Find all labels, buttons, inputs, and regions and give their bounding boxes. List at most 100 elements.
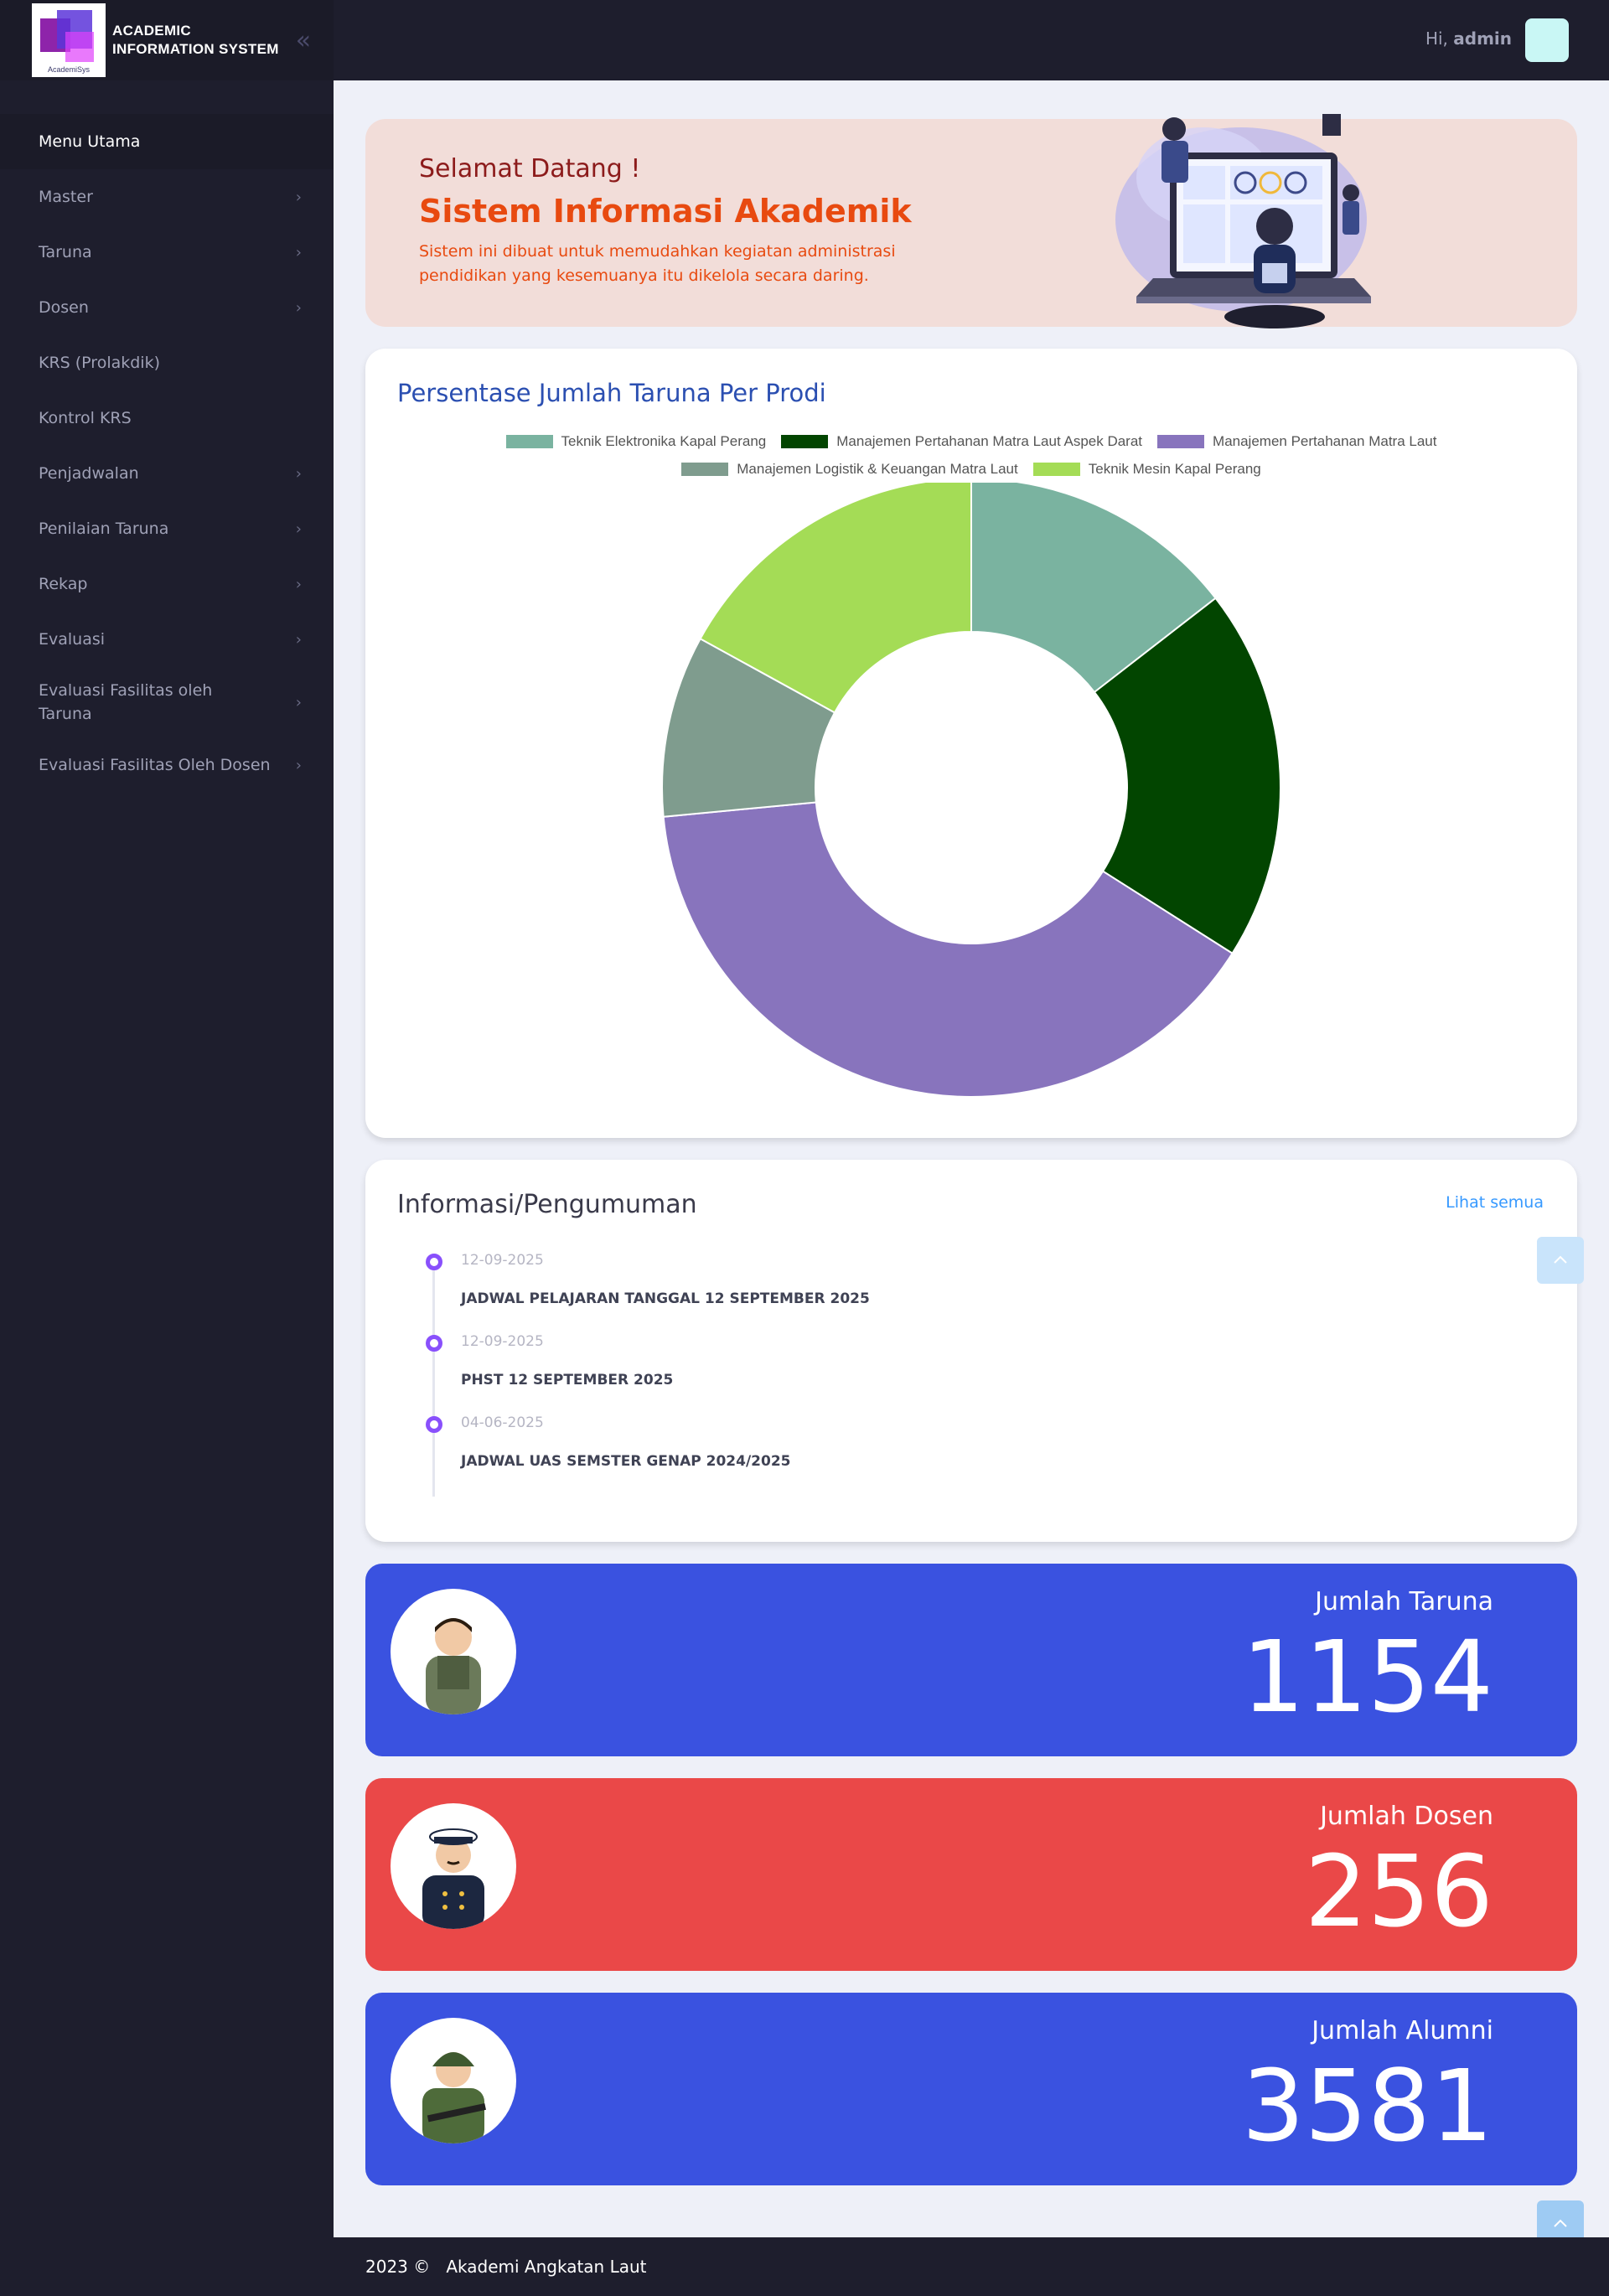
sidebar-item-label: Menu Utama bbox=[39, 132, 141, 151]
chevron-right-icon: › bbox=[295, 693, 302, 711]
announcements-title: Informasi/Pengumuman bbox=[397, 1190, 697, 1219]
see-all-link[interactable]: Lihat semua bbox=[1446, 1193, 1544, 1212]
chevron-right-icon: › bbox=[295, 575, 302, 593]
user-avatar[interactable] bbox=[1525, 18, 1569, 62]
sidebar-item-label: Dosen bbox=[39, 298, 89, 317]
sidebar-item-label: Penjadwalan bbox=[39, 464, 139, 483]
timeline-dot-icon bbox=[426, 1335, 442, 1352]
sidebar-item-label: Rekap bbox=[39, 575, 88, 593]
stat-value: 1154 bbox=[1241, 1619, 1493, 1735]
chevron-right-icon: › bbox=[295, 756, 302, 774]
cadet-avatar bbox=[391, 1589, 516, 1714]
sidebar-item-dosen[interactable]: Dosen › bbox=[0, 280, 334, 335]
footer-org[interactable]: Akademi Angkatan Laut bbox=[446, 2257, 646, 2277]
announcement-title[interactable]: PHST 12 SEPTEMBER 2025 bbox=[461, 1372, 673, 1388]
stat-value: 256 bbox=[1304, 1833, 1493, 1949]
sidebar-item-penilaian-taruna[interactable]: Penilaian Taruna › bbox=[0, 501, 334, 556]
legend-item[interactable]: Teknik Mesin Kapal Perang bbox=[1032, 460, 1261, 478]
chevron-right-icon: › bbox=[295, 188, 302, 206]
sidebar-item-label: Penilaian Taruna bbox=[39, 520, 169, 538]
brand: AcademiSys ACADEMIC INFORMATION SYSTEM « bbox=[0, 0, 334, 80]
sidebar-item-krs-prolakdik[interactable]: KRS (Prolakdik) bbox=[0, 335, 334, 390]
sidebar-item-label: Taruna bbox=[39, 243, 92, 261]
sidebar-item-penjadwalan[interactable]: Penjadwalan › bbox=[0, 446, 334, 501]
chart-card: Persentase Jumlah Taruna Per Prodi Tekni… bbox=[365, 349, 1577, 1138]
logo-caption: AcademiSys bbox=[47, 65, 91, 74]
user-greeting[interactable]: Hi, admin bbox=[1425, 28, 1512, 49]
legend-item[interactable]: Teknik Elektronika Kapal Perang bbox=[505, 432, 767, 450]
announcement-title[interactable]: JADWAL PELAJARAN TANGGAL 12 SEPTEMBER 20… bbox=[461, 1290, 870, 1307]
chevron-right-icon: › bbox=[295, 243, 302, 261]
announcement-date: 12-09-2025 bbox=[461, 1333, 544, 1350]
greeting-prefix: Hi, bbox=[1425, 28, 1448, 49]
legend-item[interactable]: Manajemen Logistik & Keuangan Matra Laut bbox=[681, 460, 1018, 478]
announcement-title[interactable]: JADWAL UAS SEMSTER GENAP 2024/2025 bbox=[461, 1453, 791, 1470]
legend-label: Manajemen Logistik & Keuangan Matra Laut bbox=[737, 460, 1018, 477]
sidebar-menu: Menu Utama Master › Taruna › Dosen › KRS (Prola… bbox=[0, 114, 334, 793]
legend-label: Manajemen Pertahanan Matra Laut Aspek Da… bbox=[836, 432, 1143, 449]
chevron-up-icon bbox=[1554, 2219, 1567, 2227]
laptop-illustration bbox=[1115, 114, 1371, 328]
stat-value: 3581 bbox=[1241, 2048, 1493, 2164]
username: admin bbox=[1453, 28, 1512, 49]
chevron-right-icon: › bbox=[295, 630, 302, 649]
legend-item[interactable]: Manajemen Pertahanan Matra Laut bbox=[1157, 433, 1436, 450]
legend-label: Manajemen Pertahanan Matra Laut bbox=[1213, 432, 1437, 449]
scroll-top-button[interactable] bbox=[1537, 1237, 1584, 1284]
sidebar-item-label: KRS (Prolakdik) bbox=[39, 354, 160, 372]
sidebar-item-evaluasi-fasilitas-oleh-taruna[interactable]: Evaluasi Fasilitas oleh Taruna › bbox=[0, 667, 334, 737]
sidebar-item-label: Master bbox=[39, 188, 93, 206]
sidebar-item-evaluasi[interactable]: Evaluasi › bbox=[0, 612, 334, 667]
sidebar-item-label: Evaluasi Fasilitas oleh Taruna bbox=[39, 681, 213, 723]
timeline-dot-icon bbox=[426, 1254, 442, 1270]
sidebar-item-label: Evaluasi bbox=[39, 630, 106, 649]
legend-swatch bbox=[1157, 434, 1205, 448]
sidebar-item-kontrol-krs[interactable]: Kontrol KRS bbox=[0, 390, 334, 446]
chart-legend: Teknik Elektronika Kapal Perang Manajemen… bbox=[365, 427, 1577, 483]
legend-swatch bbox=[781, 434, 829, 448]
stat-label: Jumlah Taruna bbox=[1315, 1587, 1493, 1616]
welcome-title: Sistem Informasi Akademik bbox=[419, 193, 912, 230]
soldier-avatar bbox=[391, 2018, 516, 2143]
officer-avatar bbox=[391, 1803, 516, 1929]
sidebar: AcademiSys ACADEMIC INFORMATION SYSTEM «… bbox=[0, 0, 334, 2296]
sidebar-collapse-icon[interactable]: « bbox=[296, 26, 311, 55]
donut-chart bbox=[661, 483, 1281, 1098]
sidebar-item-master[interactable]: Master › bbox=[0, 169, 334, 225]
chevron-right-icon: › bbox=[295, 520, 302, 538]
legend-label: Teknik Mesin Kapal Perang bbox=[1088, 460, 1261, 477]
chevron-up-icon bbox=[1554, 1255, 1567, 1264]
timeline-dot-icon bbox=[426, 1416, 442, 1433]
sidebar-item-menu-utama[interactable]: Menu Utama bbox=[0, 114, 334, 169]
stat-label: Jumlah Dosen bbox=[1320, 1802, 1493, 1831]
footer: 2023 © Akademi Angkatan Laut bbox=[334, 2237, 1609, 2296]
welcome-description: Sistem ini dibuat untuk memudahkan kegia… bbox=[419, 242, 896, 285]
stat-label: Jumlah Alumni bbox=[1312, 2016, 1493, 2045]
welcome-greeting: Selamat Datang ! bbox=[419, 154, 641, 184]
timeline-item[interactable]: 12-09-2025 PHST 12 SEPTEMBER 2025 bbox=[426, 1332, 1180, 1413]
sidebar-item-rekap[interactable]: Rekap › bbox=[0, 556, 334, 612]
stat-card-taruna: Jumlah Taruna 1154 bbox=[365, 1564, 1577, 1756]
legend-item[interactable]: Manajemen Pertahanan Matra Laut Aspek Da… bbox=[781, 433, 1142, 450]
brand-line-2: INFORMATION SYSTEM bbox=[112, 41, 279, 57]
sidebar-item-label: Evaluasi Fasilitas Oleh Dosen bbox=[39, 756, 271, 774]
sidebar-item-taruna[interactable]: Taruna › bbox=[0, 225, 334, 280]
app-logo[interactable]: AcademiSys bbox=[32, 3, 106, 77]
legend-swatch bbox=[1032, 462, 1080, 476]
legend-swatch bbox=[505, 434, 553, 448]
sidebar-item-evaluasi-fasilitas-oleh-dosen[interactable]: Evaluasi Fasilitas Oleh Dosen › bbox=[0, 737, 334, 793]
chevron-right-icon: › bbox=[295, 298, 302, 317]
sidebar-item-label: Kontrol KRS bbox=[39, 409, 132, 427]
announcement-date: 04-06-2025 bbox=[461, 1414, 544, 1431]
legend-label: Teknik Elektronika Kapal Perang bbox=[561, 432, 767, 449]
brand-line-1: ACADEMIC bbox=[112, 23, 192, 39]
brand-title: ACADEMIC INFORMATION SYSTEM bbox=[112, 22, 279, 59]
timeline-item[interactable]: 04-06-2025 JADWAL UAS SEMSTER GENAP 2024… bbox=[426, 1413, 1180, 1494]
stat-card-dosen: Jumlah Dosen 256 bbox=[365, 1778, 1577, 1971]
legend-swatch bbox=[681, 462, 729, 476]
timeline-item[interactable]: 12-09-2025 JADWAL PELAJARAN TANGGAL 12 S… bbox=[426, 1250, 1180, 1332]
stat-card-alumni: Jumlah Alumni 3581 bbox=[365, 1993, 1577, 2185]
footer-year: 2023 © bbox=[365, 2257, 431, 2277]
welcome-banner: Selamat Datang ! Sistem Informasi Akadem… bbox=[365, 114, 1577, 328]
announcements-card: Informasi/Pengumuman Lihat semua 12-09-2… bbox=[365, 1160, 1577, 1542]
